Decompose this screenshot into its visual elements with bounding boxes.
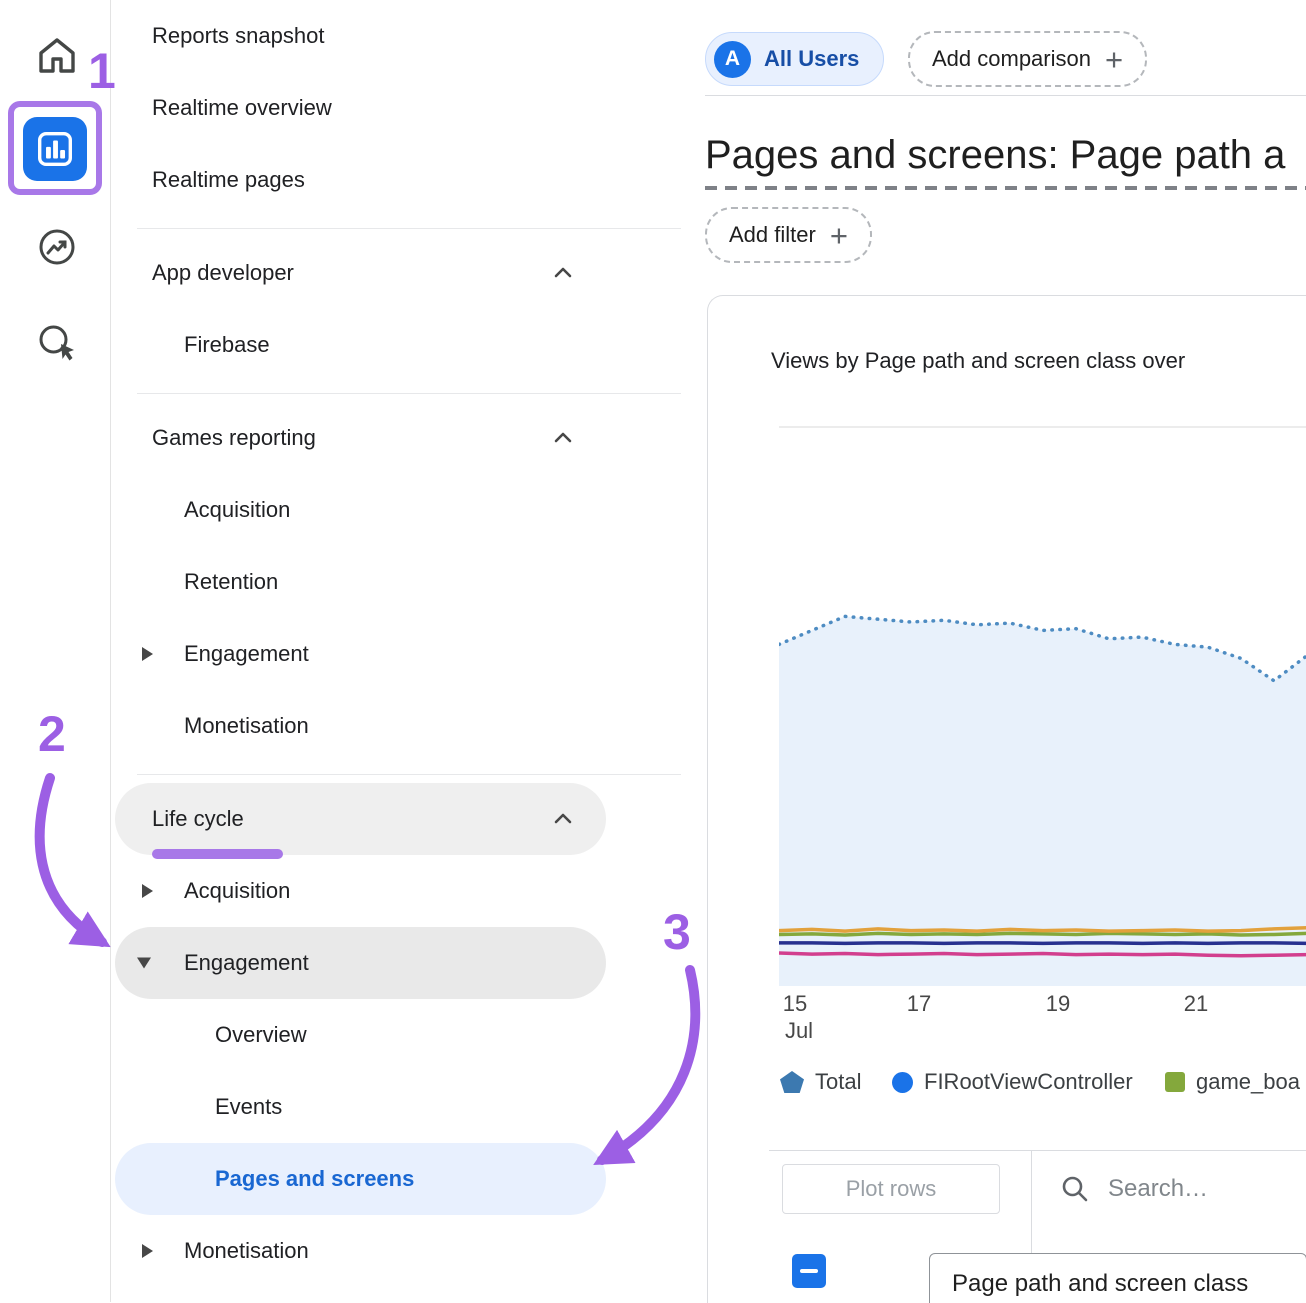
sidebar-item-label: Realtime pages [152,167,305,193]
home-icon[interactable] [35,33,79,77]
select-all-checkbox-indeterminate[interactable] [792,1254,826,1288]
step1-highlight-box [8,101,102,195]
sidebar-item-label: Reports snapshot [152,23,324,49]
step3-arrow [560,962,720,1177]
sidebar-item-label: Retention [184,569,278,595]
sidebar-item-realtime-pages[interactable]: Realtime pages [115,144,606,216]
sidebar-section-life-cycle[interactable]: Life cycle [115,783,606,855]
views-area-chart [779,426,1306,986]
sidebar-item-label: Firebase [184,332,270,358]
sidebar-item-games-engagement[interactable]: Engagement [115,618,606,690]
title-dotted-underline [705,186,1306,190]
legend-item-total: Total [780,1068,861,1096]
x-tick-19: 19 [1046,991,1070,1017]
legend-label: Total [815,1069,861,1095]
nav-rail [0,0,111,1302]
square-legend-swatch [1165,1072,1185,1092]
step1-number: 1 [88,42,116,100]
chevron-up-icon [550,806,576,832]
plot-rows-button[interactable]: Plot rows [782,1164,1000,1214]
indeterminate-minus-icon [800,1269,818,1273]
add-filter-button[interactable]: Add filter + [705,207,872,263]
sidebar-item-label: Monetisation [184,1238,309,1264]
sidebar-item-pages-and-screens[interactable]: Pages and screens [115,1143,606,1215]
table-toolbar-divider [769,1150,1306,1151]
search-icon [1060,1174,1090,1204]
legend-label: game_boa [1196,1069,1300,1095]
section-label: Games reporting [152,425,316,451]
sidebar-divider [137,774,681,775]
explore-icon[interactable] [35,225,79,269]
chart-title: Views by Page path and screen class over [771,348,1185,374]
sidebar-item-label: Engagement [184,641,309,667]
x-tick-17: 17 [907,991,931,1017]
add-comparison-label: Add comparison [932,46,1091,72]
legend-item-game-board: game_boa [1165,1068,1300,1096]
segment-chip-all-users[interactable]: A All Users [705,32,884,86]
header-divider [705,95,1306,96]
advertising-icon[interactable] [35,321,79,365]
total-legend-swatch [780,1071,804,1093]
x-tick-month: Jul [785,1018,813,1044]
sidebar-item-label: Realtime overview [152,95,332,121]
dimension-select[interactable]: Page path and screen class [929,1253,1306,1303]
dimension-select-value: Page path and screen class [952,1270,1248,1298]
sidebar-section-app-developer[interactable]: App developer [115,237,606,309]
sidebar-item-label: Events [215,1094,282,1120]
sidebar-item-label: Pages and screens [215,1166,414,1192]
sidebar-item-lifecycle-acquisition[interactable]: Acquisition [115,855,606,927]
sidebar-item-engagement-overview[interactable]: Overview [115,999,606,1071]
circle-legend-swatch [892,1072,913,1093]
segment-avatar: A [714,41,751,78]
step2-arrow [22,772,162,972]
sidebar-item-firebase[interactable]: Firebase [115,309,606,381]
step2-number: 2 [38,705,66,763]
page-title: Pages and screens: Page path a [705,133,1306,178]
search-placeholder: Search… [1108,1175,1208,1203]
add-comparison-button[interactable]: Add comparison + [908,31,1147,87]
sidebar-item-games-acquisition[interactable]: Acquisition [115,474,606,546]
sidebar-section-games-reporting[interactable]: Games reporting [115,402,606,474]
search-input[interactable]: Search… [1060,1164,1300,1214]
sidebar-item-label: Monetisation [184,713,309,739]
sidebar-item-games-monetisation[interactable]: Monetisation [115,690,606,762]
section-label: Life cycle [152,806,244,832]
expand-right-icon [142,1244,153,1258]
legend-item-firootviewcontroller: FIRootViewController [892,1068,1133,1096]
sidebar-item-realtime-overview[interactable]: Realtime overview [115,72,606,144]
sidebar-item-engagement-events[interactable]: Events [115,1071,606,1143]
sidebar-item-label: Overview [215,1022,307,1048]
sidebar-item-games-retention[interactable]: Retention [115,546,606,618]
pages-screens-card: Views by Page path and screen class over… [707,295,1306,1303]
step3-number: 3 [663,903,691,961]
add-filter-label: Add filter [729,222,816,248]
sidebar-item-label: Acquisition [184,497,290,523]
expand-right-icon [142,647,153,661]
segment-label: All Users [764,46,859,72]
sidebar-item-label: Engagement [184,950,309,976]
sidebar-divider [137,228,681,229]
chevron-up-icon [550,260,576,286]
section-label: App developer [152,260,294,286]
sidebar-item-label: Acquisition [184,878,290,904]
sidebar-item-lifecycle-monetisation[interactable]: Monetisation [115,1215,606,1287]
plus-icon: + [1105,44,1123,75]
sidebar-item-lifecycle-engagement[interactable]: Engagement [115,927,606,999]
legend-label: FIRootViewController [924,1069,1133,1095]
sidebar-item-reports-snapshot[interactable]: Reports snapshot [115,0,606,72]
sidebar-divider [137,393,681,394]
chevron-up-icon [550,425,576,451]
plus-icon: + [830,220,848,251]
x-tick-21: 21 [1184,991,1208,1017]
x-tick-15: 15 [783,991,807,1017]
